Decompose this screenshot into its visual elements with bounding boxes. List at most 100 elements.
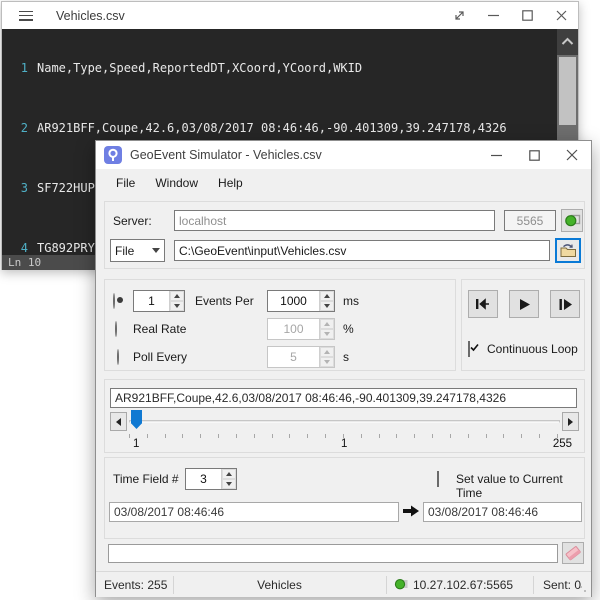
spin-down-icon[interactable] <box>222 479 236 489</box>
real-rate-radio[interactable] <box>115 321 117 337</box>
slider-max-label: 255 <box>553 438 572 450</box>
play-button[interactable] <box>509 290 539 318</box>
menu-help[interactable]: Help <box>208 172 253 194</box>
skip-to-start-icon <box>475 298 491 310</box>
desktop: Vehicles.csv 1 Name,Type,Speed,ReportedD… <box>0 0 600 600</box>
server-host-input[interactable]: localhost <box>174 210 495 231</box>
poll-every-label: Poll Every <box>133 350 187 364</box>
editor-line: 1 Name,Type,Speed,ReportedDT,XCoord,YCoo… <box>2 61 578 76</box>
spin-down-icon[interactable] <box>320 301 334 311</box>
close-icon[interactable] <box>544 2 578 29</box>
check-icon <box>469 342 480 353</box>
connect-button[interactable] <box>561 209 583 232</box>
clear-log-button[interactable] <box>562 542 584 564</box>
line-text: Name,Type,Speed,ReportedDT,XCoord,YCoord… <box>28 61 362 76</box>
maximize-icon[interactable] <box>510 2 544 29</box>
spin-up-icon[interactable] <box>222 469 236 479</box>
interval-stepper[interactable]: 1000 <box>267 290 335 312</box>
server-label: Server: <box>113 214 152 228</box>
slider-thumb[interactable] <box>131 410 142 429</box>
spin-down-icon <box>320 329 334 339</box>
line-number: 2 <box>2 121 28 136</box>
set-current-time-checkbox[interactable] <box>437 471 439 487</box>
real-rate-unit-label: % <box>343 322 354 336</box>
poll-stepper: 5 <box>267 346 335 368</box>
rewind-to-start-button[interactable] <box>468 290 498 318</box>
geoevent-logo-icon <box>104 146 122 164</box>
continuous-loop-checkbox[interactable] <box>468 341 470 357</box>
time-group: Time Field # 3 Set value to Current Time… <box>104 457 585 539</box>
slider-position-label: 1 <box>341 438 347 450</box>
slider-track[interactable] <box>129 420 560 423</box>
arrow-right-icon <box>568 418 573 426</box>
spin-down-icon[interactable] <box>170 301 184 311</box>
spin-up-icon[interactable] <box>170 291 184 301</box>
scrollbar-thumb[interactable] <box>559 57 576 125</box>
dataset-name: Vehicles <box>173 578 386 592</box>
simulator-window-title: GeoEvent Simulator - Vehicles.csv <box>130 148 322 162</box>
play-icon <box>518 298 531 311</box>
events-per-radio[interactable] <box>113 293 115 309</box>
time-field-stepper[interactable]: 3 <box>185 468 237 490</box>
time-from-input[interactable]: 03/08/2017 08:46:46 <box>109 502 399 522</box>
editor-titlebar: Vehicles.csv <box>2 2 578 29</box>
event-count-stepper[interactable]: 1 <box>133 290 185 312</box>
slider-left-button[interactable] <box>110 412 127 431</box>
current-event-input[interactable]: AR921BFF,Coupe,42.6,03/08/2017 08:46:46,… <box>110 388 577 408</box>
menu-hamburger-icon[interactable] <box>19 11 33 21</box>
line-text: AR921BFF,Coupe,42.6,03/08/2017 08:46:46,… <box>28 121 507 136</box>
step-button[interactable] <box>550 290 580 318</box>
line-number: 4 <box>2 241 28 255</box>
chevron-down-icon <box>152 248 160 253</box>
arrow-right-icon <box>403 504 420 521</box>
real-rate-value: 100 <box>268 319 319 339</box>
time-field-label: Time Field # <box>113 472 179 486</box>
rate-group: 1 Events Per 1000 ms Real Rate 100 % Pol… <box>104 279 456 371</box>
preview-group: AR921BFF,Coupe,42.6,03/08/2017 08:46:46,… <box>104 379 585 453</box>
real-rate-label: Real Rate <box>133 322 186 336</box>
minimize-icon[interactable] <box>476 2 510 29</box>
minimize-icon[interactable] <box>477 141 515 169</box>
source-type-value: File <box>115 244 134 258</box>
close-icon[interactable] <box>553 141 591 169</box>
log-input[interactable] <box>108 544 558 563</box>
event-count-value: 1 <box>134 291 169 311</box>
line-indicator: Ln 10 <box>8 256 41 269</box>
eraser-icon <box>564 544 582 562</box>
time-to-input[interactable]: 03/08/2017 08:46:46 <box>423 502 582 522</box>
scroll-up-icon[interactable] <box>557 29 578 55</box>
simulator-titlebar: GeoEvent Simulator - Vehicles.csv <box>96 141 591 169</box>
time-field-value: 3 <box>186 469 221 489</box>
menu-window[interactable]: Window <box>145 172 208 194</box>
resize-grip[interactable] <box>579 585 589 595</box>
file-path-input[interactable]: C:\GeoEvent\input\Vehicles.csv <box>174 240 550 261</box>
simulator-statusbar: Events: 255 Vehicles 10.27.102.67:5565 S… <box>96 571 591 597</box>
simulator-window: GeoEvent Simulator - Vehicles.csv File W… <box>95 140 592 597</box>
menu-file[interactable]: File <box>106 172 145 194</box>
line-number: 1 <box>2 61 28 76</box>
spin-down-icon <box>320 357 334 367</box>
interval-unit-label: ms <box>343 294 359 308</box>
editor-window-title: Vehicles.csv <box>56 9 125 23</box>
browse-file-button[interactable] <box>555 238 581 263</box>
sent-count: Sent: 0 <box>543 578 581 592</box>
slider-min-label: 1 <box>133 438 139 450</box>
open-folder-icon <box>560 243 577 258</box>
maximize-icon[interactable] <box>515 141 553 169</box>
poll-every-radio[interactable] <box>117 349 119 365</box>
server-port-input[interactable]: 5565 <box>504 210 556 231</box>
slider-right-button[interactable] <box>562 412 579 431</box>
fullscreen-icon[interactable] <box>442 2 476 29</box>
set-current-time-label: Set value to Current Time <box>456 472 584 500</box>
spin-up-icon <box>320 347 334 357</box>
spin-up-icon[interactable] <box>320 291 334 301</box>
interval-value: 1000 <box>268 291 319 311</box>
arrow-left-icon <box>116 418 121 426</box>
poll-value: 5 <box>268 347 319 367</box>
real-rate-stepper: 100 <box>267 318 335 340</box>
source-type-select[interactable]: File <box>110 239 165 262</box>
events-count: Events: 255 <box>104 578 167 592</box>
line-number: 3 <box>2 181 28 196</box>
spin-up-icon <box>320 319 334 329</box>
server-address: 10.27.102.67:5565 <box>413 578 513 592</box>
